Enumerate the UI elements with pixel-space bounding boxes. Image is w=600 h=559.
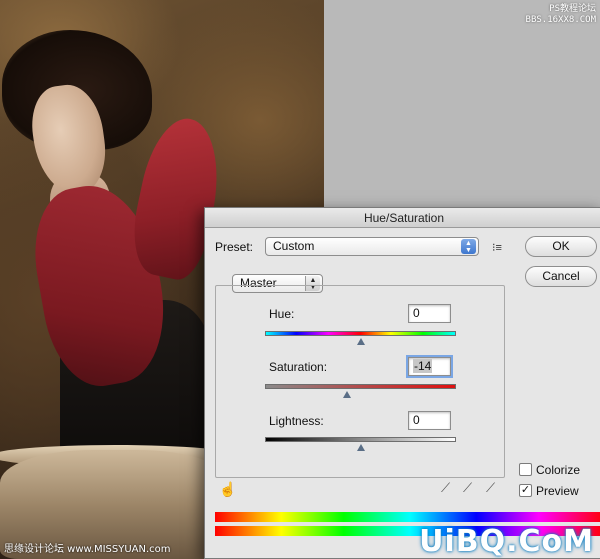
- lightness-slider-thumb[interactable]: [356, 444, 365, 451]
- targeted-adjustment-hand-icon[interactable]: ☝: [219, 481, 236, 498]
- preview-label: Preview: [536, 484, 579, 498]
- eyedropper-plus-icon[interactable]: ⟋: [463, 480, 472, 496]
- preview-checkbox[interactable]: ✓: [519, 484, 532, 497]
- saturation-field[interactable]: -14: [406, 355, 453, 378]
- dialog-title: Hue/Saturation: [205, 208, 600, 228]
- hue-label: Hue:: [269, 307, 295, 321]
- color-spectrum-top: [215, 512, 600, 522]
- saturation-value: -14: [413, 359, 433, 373]
- preset-dropdown[interactable]: Custom ▲ ▼: [265, 237, 479, 256]
- preset-options-icon[interactable]: ⁝≡: [492, 241, 502, 254]
- saturation-slider-track[interactable]: [265, 384, 456, 389]
- hue-slider-track[interactable]: [265, 331, 456, 336]
- watermark-bottom-left: 思缘设计论坛 www.MISSYUAN.com: [4, 544, 171, 555]
- watermark-top: PS教程论坛 BBS.16XX8.COM: [526, 4, 596, 26]
- lightness-label: Lightness:: [269, 414, 324, 428]
- dropdown-arrows-icon: ▲ ▼: [461, 239, 476, 254]
- hue-slider-thumb[interactable]: [356, 338, 365, 345]
- lightness-slider-track[interactable]: [265, 437, 456, 442]
- watermark-top-line-2: BBS.16XX8.COM: [525, 15, 596, 25]
- watermark-top-line-1: PS教程论坛: [549, 4, 596, 14]
- colorize-label: Colorize: [536, 463, 581, 477]
- ok-button[interactable]: OK: [525, 236, 597, 257]
- saturation-slider-thumb[interactable]: [343, 391, 352, 398]
- cancel-button[interactable]: Cancel: [525, 266, 597, 287]
- preset-label: Preset:: [215, 240, 254, 254]
- colorize-checkbox[interactable]: [519, 463, 532, 476]
- lightness-field[interactable]: 0: [408, 411, 451, 430]
- hue-field[interactable]: 0: [408, 304, 451, 323]
- eyedropper-minus-icon[interactable]: ⟋: [486, 480, 495, 496]
- saturation-label: Saturation:: [269, 360, 328, 374]
- watermark-bottom-right: UiBQ.CoM: [419, 524, 594, 559]
- preset-value: Custom: [273, 239, 315, 253]
- eyedropper-icon[interactable]: ⟋: [441, 480, 450, 496]
- hue-saturation-dialog: Hue/Saturation Preset: Custom ▲ ▼ ⁝≡ OK C…: [204, 207, 600, 559]
